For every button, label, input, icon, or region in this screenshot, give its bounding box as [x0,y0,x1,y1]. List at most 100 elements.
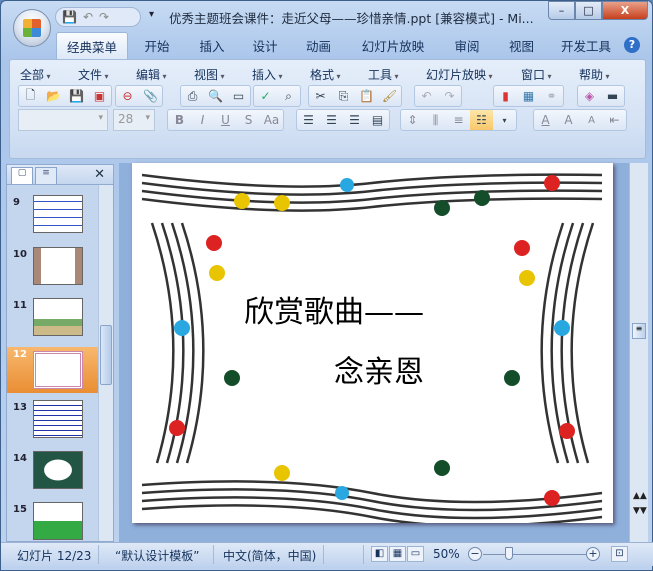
align-left-icon[interactable]: ☰ [297,110,320,130]
slide-thumbnail[interactable]: 11 [7,298,99,344]
align-right-icon[interactable]: ☰ [343,110,366,130]
underline-button[interactable]: U [214,110,237,130]
menu-window[interactable]: 窗口 [521,66,579,83]
font-name-combo[interactable] [18,109,108,131]
minimize-button[interactable]: – [548,1,575,20]
slide-subtitle[interactable]: 念亲恩 [334,347,424,391]
menu-all[interactable]: 全部 [20,66,78,83]
spelling-icon[interactable]: ✓ [254,86,277,106]
research-icon[interactable]: ⌕ [277,86,300,106]
color-scheme-icon[interactable]: ◈ [578,86,601,106]
align-center-icon[interactable]: ☰ [320,110,343,130]
redo-icon[interactable]: ↷ [99,10,109,24]
zoom-slider-thumb[interactable] [505,547,513,560]
help-icon[interactable]: ? [624,37,640,53]
table-icon[interactable]: ▦ [517,86,540,106]
panel-scrollbar[interactable] [98,185,113,541]
permission-icon[interactable]: ⊖ [116,86,139,106]
zoom-out-button[interactable]: − [468,547,482,561]
panel-close-icon[interactable]: ✕ [94,167,105,182]
tab-animation[interactable]: 动画 [292,32,345,59]
menu-insert[interactable]: 插入 [252,66,310,83]
tab-design[interactable]: 设计 [238,32,292,59]
menu-edit[interactable]: 编辑 [136,66,194,83]
bullets-icon[interactable]: ☷ [470,110,493,130]
format-painter-icon[interactable]: 🖌 [378,86,401,106]
text-direction-icon[interactable]: ⫼ [424,110,447,130]
font-color-icon[interactable]: A [534,110,557,130]
copy-icon[interactable]: ⎘ [332,86,355,106]
redo-icon[interactable]: ↷ [438,86,461,106]
close-button[interactable]: X [602,1,648,20]
tab-home[interactable]: 开始 [128,32,186,59]
decrease-indent-icon[interactable]: ⇤ [603,110,626,130]
grow-font-icon[interactable]: A [557,110,580,130]
slide-scrollbar[interactable]: ≡ ▲▲ ▼▼ [629,163,648,542]
shrink-font-icon[interactable]: A [580,110,603,130]
zoom-level[interactable]: 50% [433,547,460,561]
chart-icon[interactable]: ▮ [494,86,517,106]
slide-thumbnail[interactable]: 13 [7,400,99,446]
grayscale-icon[interactable]: ▬ [601,86,624,106]
outline-tab[interactable]: ≡ [35,167,57,184]
slide-canvas[interactable]: 欣赏歌曲—— 念亲恩 [132,163,613,523]
line-spacing-icon[interactable]: ⇕ [401,110,424,130]
save-icon[interactable]: 💾 [62,10,77,24]
publish-icon[interactable]: ▣ [88,86,111,106]
justify-icon[interactable]: ▤ [366,110,389,130]
paste-icon[interactable]: 📋 [355,86,378,106]
maximize-button[interactable]: □ [575,1,602,20]
slide-sorter-button[interactable]: ▦ [389,546,406,562]
menu-file[interactable]: 文件 [78,66,136,83]
undo-icon[interactable]: ↶ [83,10,93,24]
open-icon[interactable]: 📂 [42,86,65,106]
design-template[interactable]: “默认设计模板” [115,547,199,564]
normal-view-button[interactable]: ◧ [371,546,388,562]
undo-icon[interactable]: ↶ [415,86,438,106]
bullets-dropdown[interactable]: ▾ [493,110,516,130]
tab-view[interactable]: 视图 [493,32,550,59]
scroll-thumb[interactable]: ≡ [632,323,646,339]
slide-thumbnail[interactable]: 9 [7,195,99,241]
print-icon[interactable]: ⎙ [181,86,204,106]
next-slide-button[interactable]: ▼▼ [633,506,647,516]
hyperlink-icon[interactable]: ⚭ [540,86,563,106]
language-indicator[interactable]: 中文(简体，中国) [223,547,316,564]
slideshow-button[interactable]: ▭ [407,546,424,562]
tab-classic-menu[interactable]: 经典菜单 [56,32,128,59]
shadow-button[interactable]: S [237,110,260,130]
bold-button[interactable]: B [168,110,191,130]
slide-title[interactable]: 欣赏歌曲—— [244,287,424,331]
fit-to-window-button[interactable]: ⊡ [611,546,628,562]
zoom-slider-track[interactable] [483,554,587,555]
slides-tab[interactable]: ▢ [11,167,33,184]
slide-thumbnail-selected[interactable]: 12 [7,347,99,393]
save-icon[interactable]: 💾 [65,86,88,106]
tab-developer[interactable]: 开发工具 [550,32,622,59]
menu-slideshow[interactable]: 幻灯片放映 [426,66,521,83]
numbering-icon[interactable]: ≡ [447,110,470,130]
menu-help[interactable]: 帮助 [579,66,629,83]
classic-menu-bar: 全部 文件 编辑 视图 插入 格式 工具 幻灯片放映 窗口 帮助 [20,66,629,83]
grid-icon[interactable]: ▭ [227,86,250,106]
slide-thumbnail[interactable]: 14 [7,451,99,497]
cut-icon[interactable]: ✂ [309,86,332,106]
italic-button[interactable]: I [191,110,214,130]
tab-review[interactable]: 审阅 [441,32,493,59]
attach-icon[interactable]: 📎 [139,86,162,106]
tab-insert[interactable]: 插入 [186,32,238,59]
office-button[interactable] [13,9,51,47]
customize-qat-button[interactable]: ▾ [149,9,154,20]
font-size-combo[interactable]: 28 [113,109,155,131]
change-case-button[interactable]: Aa [260,110,283,130]
menu-format[interactable]: 格式 [310,66,368,83]
menu-tools[interactable]: 工具 [368,66,426,83]
panel-scroll-thumb[interactable] [100,325,112,385]
zoom-in-button[interactable]: + [586,547,600,561]
slide-thumbnail[interactable]: 10 [7,247,99,293]
previous-slide-button[interactable]: ▲▲ [633,491,647,501]
tab-slideshow[interactable]: 幻灯片放映 [345,32,441,59]
print-preview-icon[interactable]: 🔍 [204,86,227,106]
new-icon[interactable]: 🗋 [19,86,42,106]
menu-view[interactable]: 视图 [194,66,252,83]
